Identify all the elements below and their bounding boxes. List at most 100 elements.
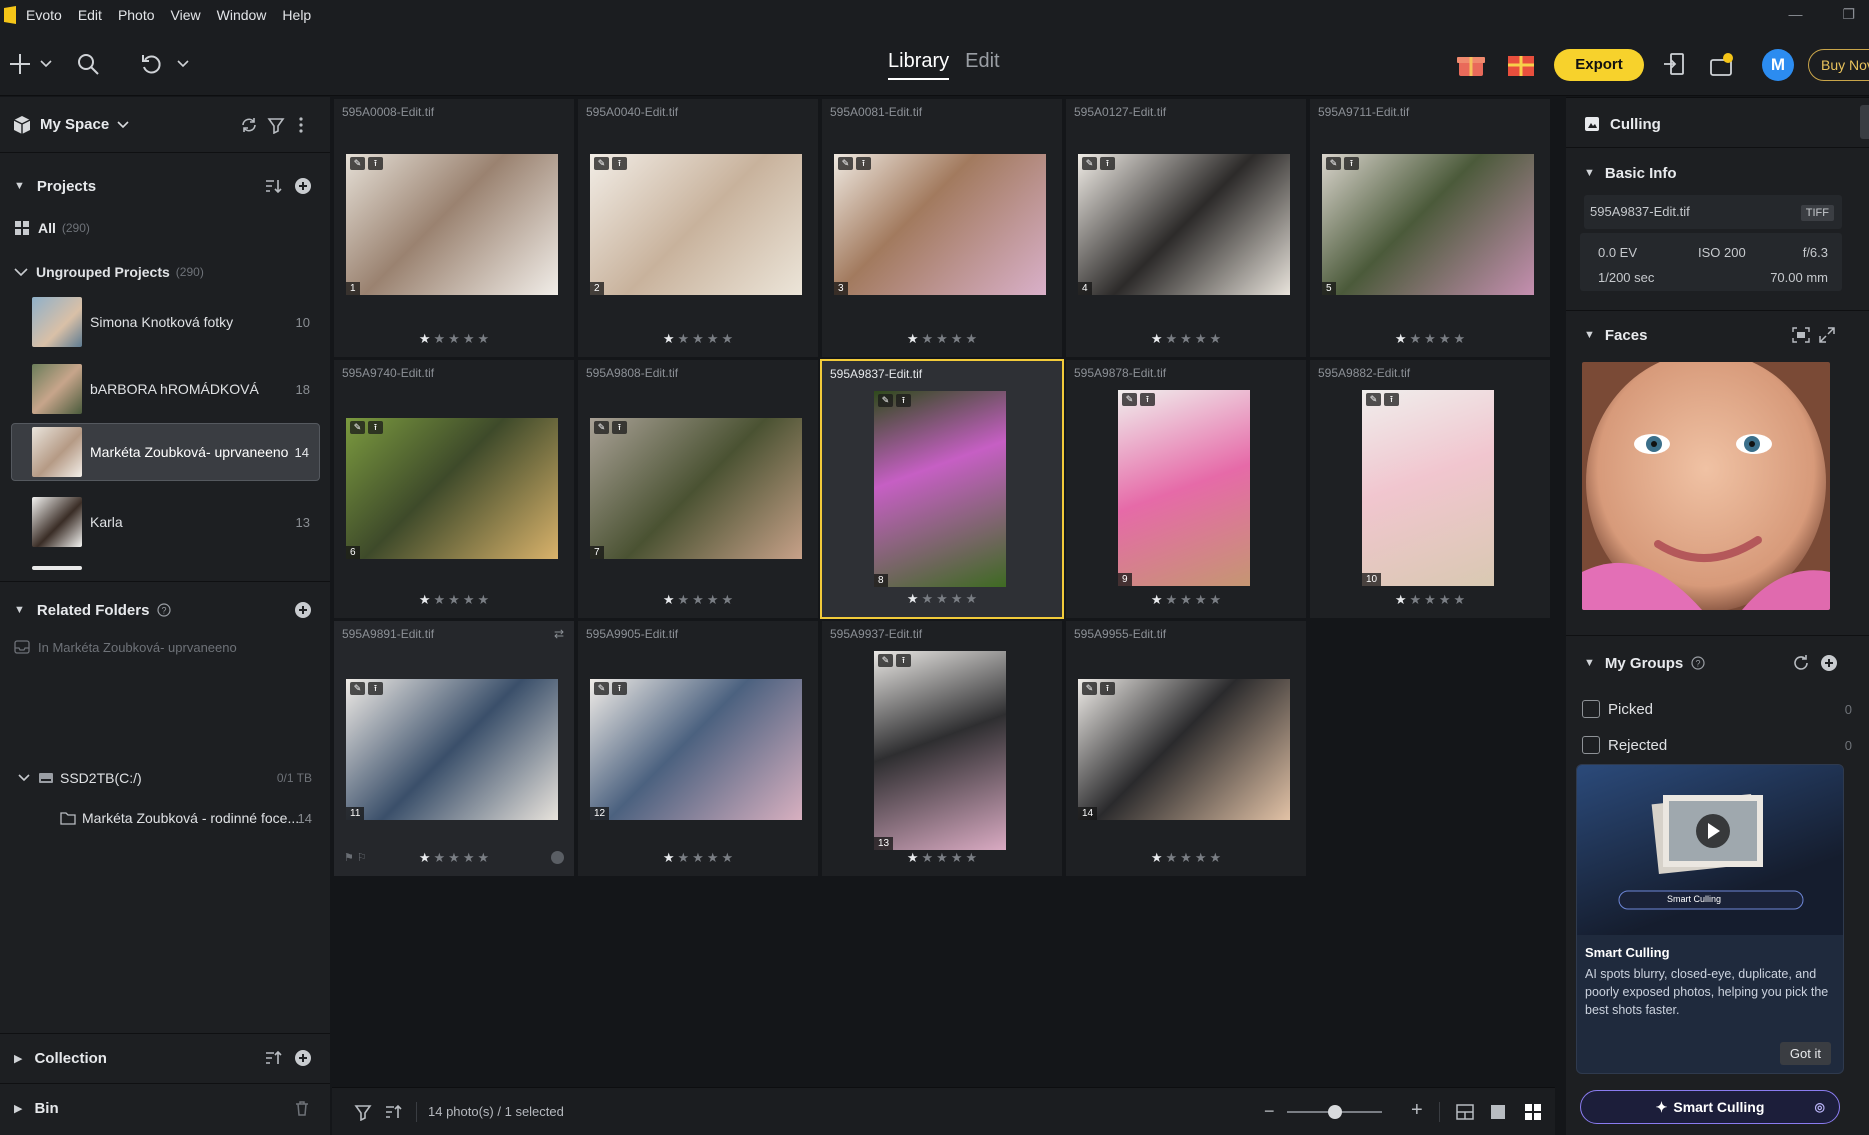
caret-down-icon[interactable]: ▼ (14, 180, 25, 192)
photo-thumbnail[interactable]: ✎ ⭱ 6 (346, 418, 558, 559)
grid-view-icon[interactable] (1524, 1103, 1542, 1121)
flag-icon[interactable]: ⚑ ⚐ (344, 851, 367, 864)
star-icon[interactable]: ★ (1151, 592, 1163, 608)
photo-cell[interactable]: 595A9878-Edit.tif ✎ ⭱ 9 ★ ★ ★ ★ ★ (1066, 360, 1306, 618)
photo-cell[interactable]: 595A0040-Edit.tif ✎ ⭱ 2 ★ ★ ★ ★ ★ (578, 99, 818, 357)
drive-row[interactable]: SSD2TB(C:/) 0/1 TB (0, 765, 330, 791)
star-rating[interactable]: ★ ★ ★ ★ ★ (1066, 850, 1306, 866)
caret-down-icon[interactable]: ▼ (1584, 167, 1595, 179)
photo-thumbnail[interactable]: ✎ ⭱ 11 (346, 679, 558, 820)
star-icon[interactable]: ★ (1439, 592, 1451, 608)
star-icon[interactable]: ★ (965, 591, 977, 607)
sort-icon[interactable] (384, 1103, 402, 1121)
restore-icon[interactable]: ❐ (1842, 6, 1855, 23)
star-icon[interactable]: ★ (463, 592, 475, 608)
my-groups-header[interactable]: ▼ My Groups ? (1566, 649, 1869, 677)
project-item[interactable]: bARBORA hROMÁDKOVÁ 18 (11, 360, 320, 418)
star-rating[interactable]: ★ ★ ★ ★ ★ (334, 592, 574, 608)
photo-cell[interactable]: 595A9891-Edit.tif ✎ ⭱ 11 ★ ★ ★ ★ ★ ⚑ ⚐ ⇄ (334, 621, 574, 876)
photo-thumbnail[interactable]: ✎ ⭱ 8 (874, 391, 1006, 587)
menu-photo[interactable]: Photo (118, 7, 155, 23)
star-icon[interactable]: ★ (692, 592, 704, 608)
star-icon[interactable]: ★ (951, 591, 963, 607)
add-circle-icon[interactable] (294, 177, 312, 195)
star-rating[interactable]: ★ ★ ★ ★ ★ (578, 850, 818, 866)
star-rating[interactable]: ★ ★ ★ ★ ★ (578, 592, 818, 608)
star-icon[interactable]: ★ (663, 592, 675, 608)
faces-header[interactable]: ▼ Faces (1566, 321, 1869, 349)
caret-right-icon[interactable]: ▶ (14, 1102, 22, 1115)
photo-cell[interactable]: 595A9711-Edit.tif ✎ ⭱ 5 ★ ★ ★ ★ ★ (1310, 99, 1550, 357)
compare-view-icon[interactable] (1456, 1103, 1474, 1121)
photo-thumbnail[interactable]: ✎ ⭱ 14 (1078, 679, 1290, 820)
star-rating[interactable]: ★ ★ ★ ★ ★ (822, 591, 1062, 607)
star-icon[interactable]: ★ (1395, 592, 1407, 608)
caret-right-icon[interactable]: ▶ (14, 1052, 22, 1065)
star-icon[interactable]: ★ (1410, 592, 1422, 608)
photo-cell[interactable]: 595A9808-Edit.tif ✎ ⭱ 7 ★ ★ ★ ★ ★ (578, 360, 818, 618)
panel-toggle-tab[interactable] (1860, 105, 1869, 139)
add-circle-icon[interactable] (1820, 654, 1838, 672)
tab-edit[interactable]: Edit (965, 50, 999, 80)
star-rating[interactable]: ★ ★ ★ ★ ★ (334, 331, 574, 347)
user-avatar[interactable]: M (1762, 49, 1794, 81)
star-icon[interactable]: ★ (907, 591, 919, 607)
star-icon[interactable]: ★ (448, 331, 460, 347)
plus-icon[interactable] (8, 52, 32, 76)
filter-icon[interactable] (267, 116, 285, 134)
photo-thumbnail[interactable]: ✎ ⭱ 12 (590, 679, 802, 820)
star-icon[interactable]: ★ (419, 592, 431, 608)
star-rating[interactable]: ★ ★ ★ ★ ★ (578, 331, 818, 347)
star-icon[interactable]: ★ (434, 331, 446, 347)
star-icon[interactable]: ★ (721, 592, 733, 608)
expand-icon[interactable] (1819, 327, 1835, 343)
smart-culling-button[interactable]: ✦ Smart Culling ◎ (1580, 1090, 1840, 1124)
chevron-down-icon[interactable] (177, 60, 189, 68)
star-icon[interactable]: ★ (663, 331, 675, 347)
my-space-title[interactable]: My Space (40, 116, 109, 133)
adjust-icon[interactable]: ⇄ (554, 627, 564, 641)
zoom-out-icon[interactable]: − (1264, 1101, 1275, 1122)
share-out-icon[interactable] (1662, 52, 1686, 76)
star-icon[interactable]: ★ (707, 331, 719, 347)
refresh-icon[interactable] (1792, 654, 1810, 672)
help-icon[interactable]: ? (1691, 656, 1705, 670)
star-icon[interactable]: ★ (448, 592, 460, 608)
star-icon[interactable]: ★ (419, 331, 431, 347)
star-icon[interactable]: ★ (707, 592, 719, 608)
caret-down-icon[interactable]: ▼ (14, 604, 25, 616)
star-icon[interactable]: ★ (477, 331, 489, 347)
help-icon[interactable]: ? (157, 603, 172, 617)
add-circle-icon[interactable] (294, 601, 312, 619)
star-icon[interactable]: ★ (965, 331, 977, 347)
menu-window[interactable]: Window (217, 7, 267, 23)
menu-edit[interactable]: Edit (78, 7, 102, 23)
chevron-down-icon[interactable] (40, 60, 52, 68)
star-icon[interactable]: ★ (1180, 331, 1192, 347)
star-icon[interactable]: ★ (936, 850, 948, 866)
sort-icon[interactable] (264, 177, 282, 195)
star-icon[interactable]: ★ (1209, 592, 1221, 608)
star-rating[interactable]: ★ ★ ★ ★ ★ (822, 850, 1062, 866)
menu-view[interactable]: View (171, 7, 201, 23)
photo-cell-selected[interactable]: 595A9837-Edit.tif ✎ ⭱ 8 ★ ★ ★ ★ ★ (820, 359, 1064, 619)
add-circle-icon[interactable] (294, 1049, 312, 1067)
photo-thumbnail[interactable]: ✎ ⭱ 9 (1118, 390, 1250, 586)
basic-info-header[interactable]: ▼ Basic Info (1566, 159, 1869, 187)
star-icon[interactable]: ★ (936, 591, 948, 607)
minimize-icon[interactable]: — (1788, 6, 1802, 23)
photo-cell[interactable]: 595A0008-Edit.tif ✎ ⭱ 1 ★ ★ ★ ★ ★ (334, 99, 574, 357)
star-icon[interactable]: ★ (1439, 331, 1451, 347)
photo-cell[interactable]: 595A9937-Edit.tif ✎ ⭱ 13 ★ ★ ★ ★ ★ (822, 621, 1062, 876)
rejected-group-row[interactable]: Rejected 0 (1582, 733, 1852, 757)
photo-cell[interactable]: 595A9955-Edit.tif ✎ ⭱ 14 ★ ★ ★ ★ ★ (1066, 621, 1306, 876)
photo-thumbnail[interactable]: ✎ ⭱ 1 (346, 154, 558, 295)
star-icon[interactable]: ★ (907, 850, 919, 866)
star-icon[interactable]: ★ (1453, 331, 1465, 347)
star-rating[interactable]: ★ ★ ★ ★ ★ (1310, 331, 1550, 347)
picked-group-row[interactable]: Picked 0 (1582, 697, 1852, 721)
star-icon[interactable]: ★ (1151, 850, 1163, 866)
star-rating[interactable]: ★ ★ ★ ★ ★ (334, 850, 574, 866)
star-icon[interactable]: ★ (951, 850, 963, 866)
collection-header[interactable]: ▶ Collection (0, 1043, 330, 1073)
